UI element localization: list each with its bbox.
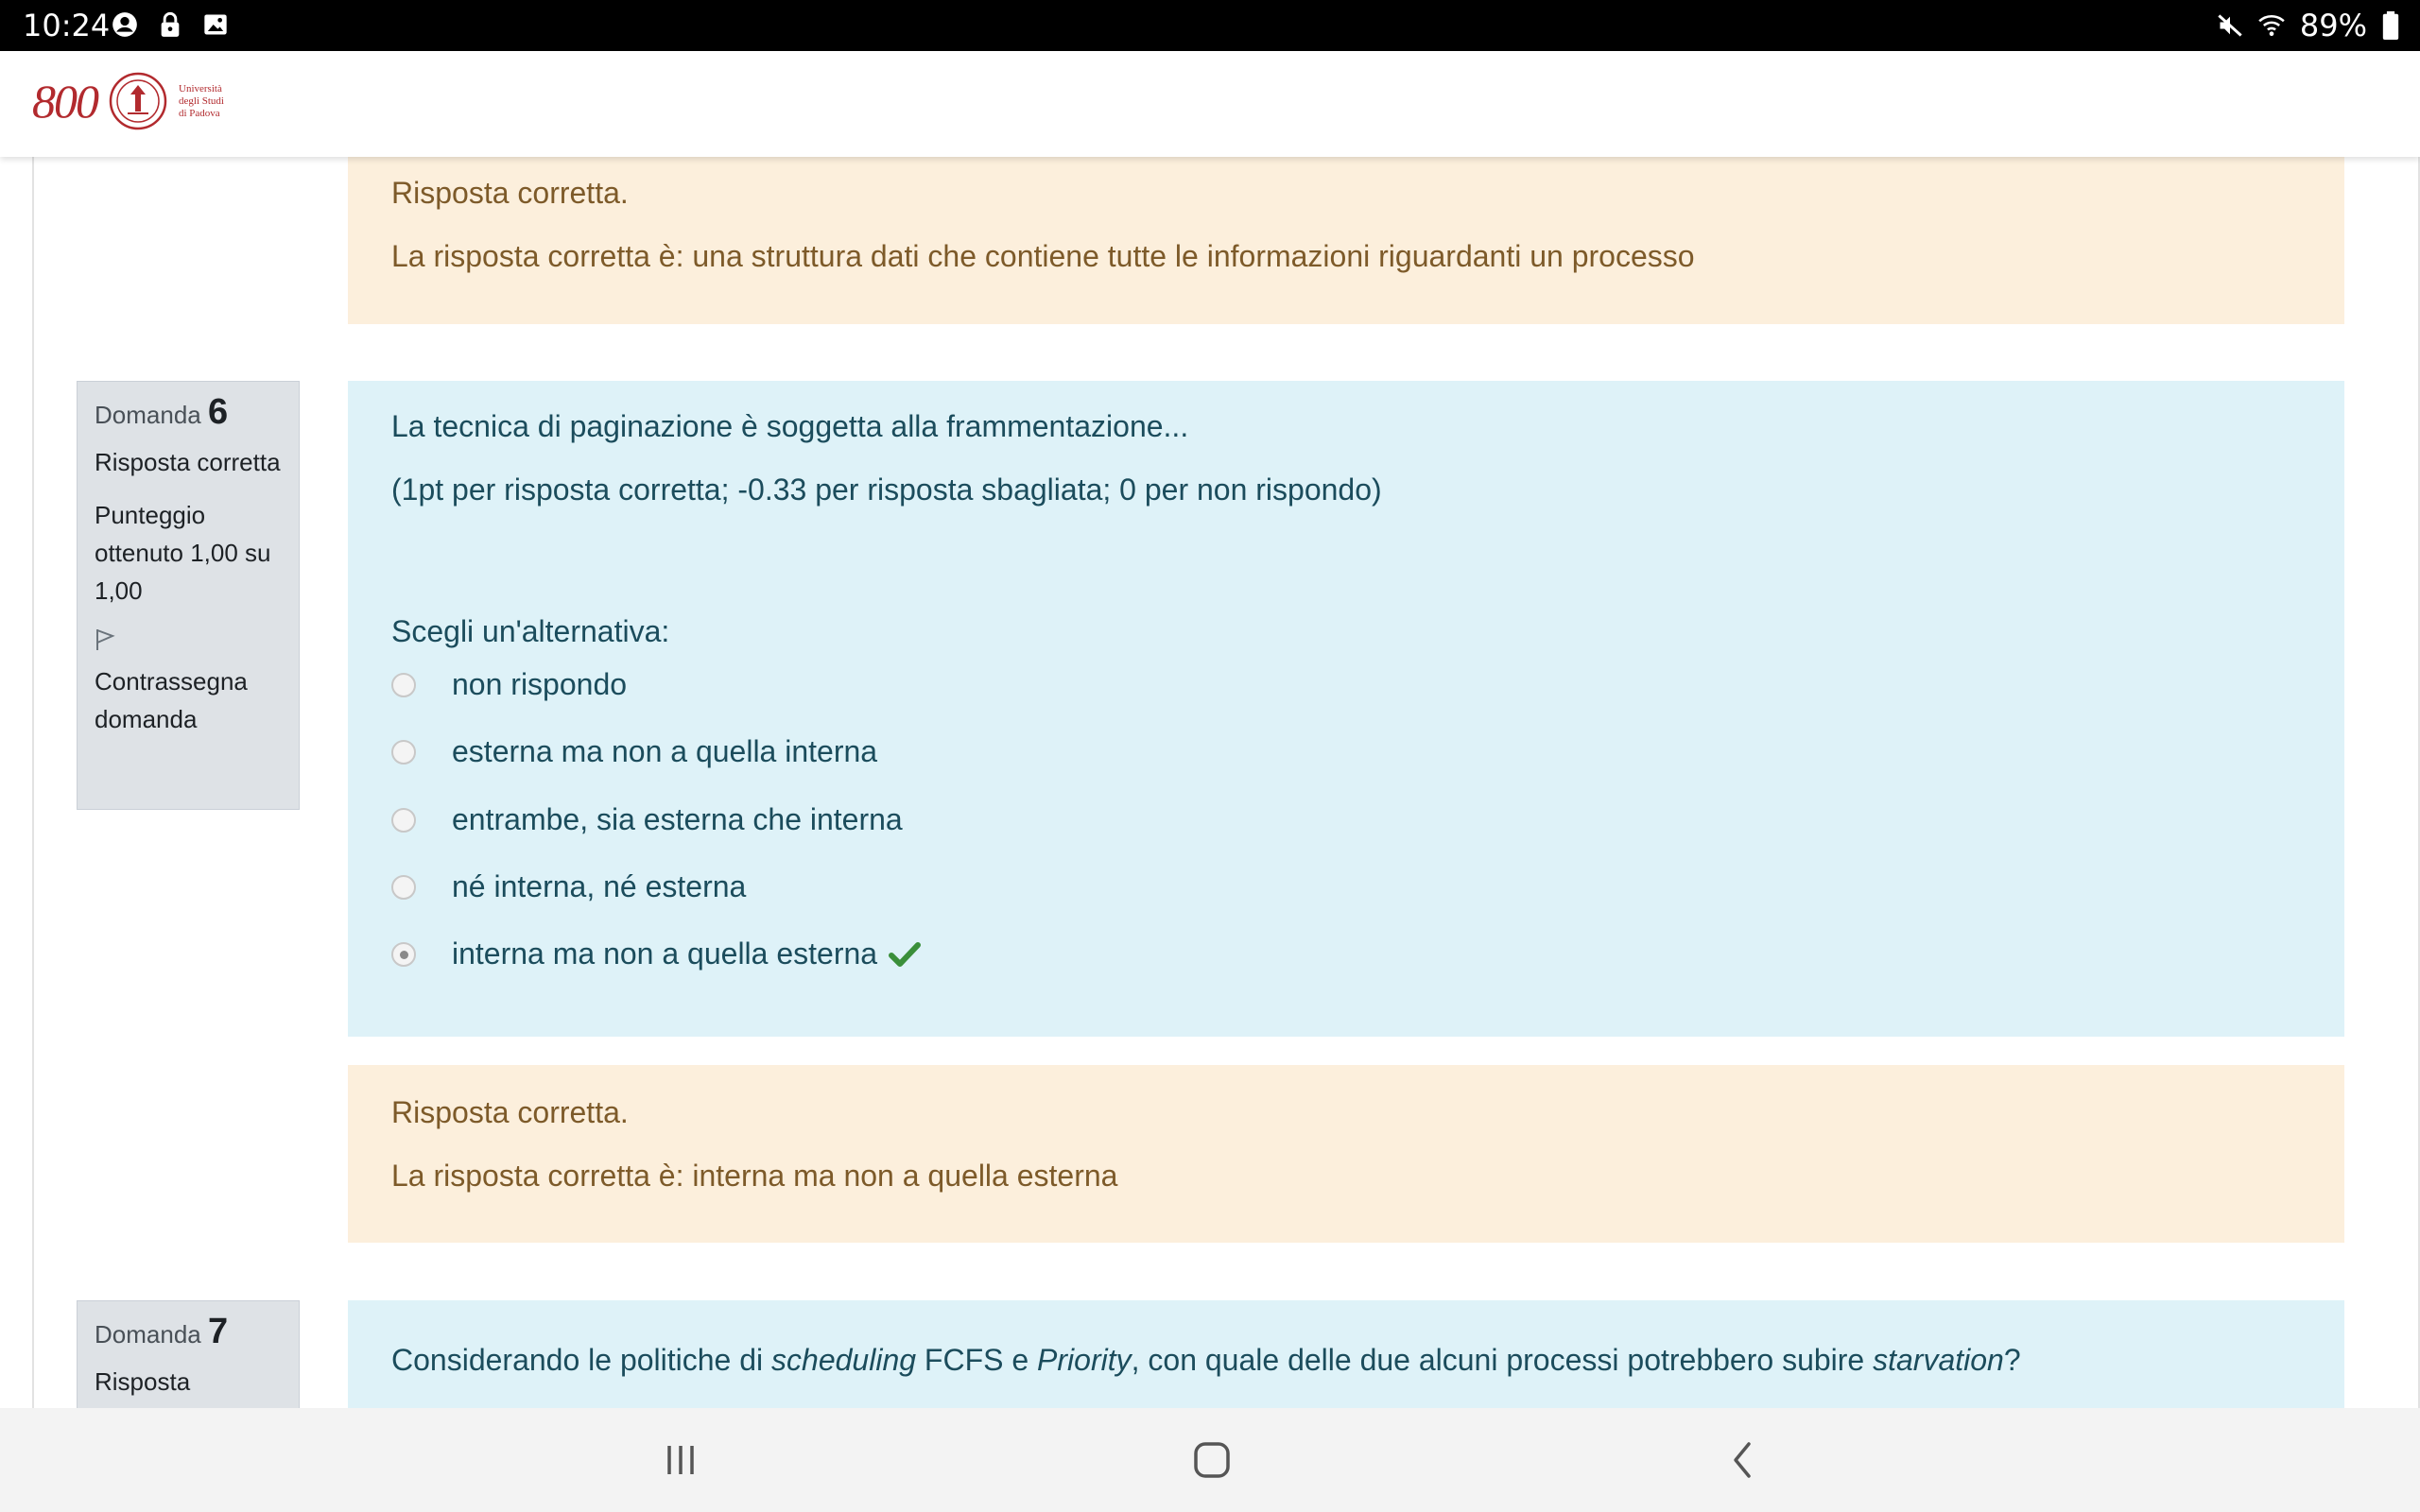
answer-option[interactable]: entrambe, sia esterna che interna [391, 802, 903, 837]
q7-formulation: Considerando le politiche di scheduling … [348, 1300, 2344, 1408]
account-icon [112, 12, 137, 37]
university-logo[interactable]: 800 Università degli Studi di Padova [32, 72, 224, 130]
answer-radio[interactable] [391, 874, 416, 900]
answer-option[interactable]: non rispondo [391, 667, 627, 702]
q6-info: Domanda 6 Risposta corretta Punteggio ot… [77, 381, 300, 810]
mute-icon [2218, 14, 2242, 37]
question-label: Domanda [95, 1320, 201, 1349]
question-scoring: (1pt per risposta corretta; -0.33 per ri… [391, 472, 1382, 507]
question-label: Domanda [95, 401, 201, 429]
q5-feedback: Risposta corretta. La risposta corretta … [348, 157, 2344, 324]
answer-label[interactable]: esterna ma non a quella interna [452, 734, 877, 769]
answer-label[interactable]: non rispondo [452, 667, 627, 702]
logo-text: Università degli Studi di Padova [179, 82, 224, 119]
answer-label[interactable]: né interna, né esterna [452, 869, 746, 904]
answer-option[interactable]: esterna ma non a quella interna [391, 734, 877, 769]
correct-check-icon [889, 941, 922, 967]
flag-label[interactable]: Contrassegna domanda [95, 662, 282, 738]
logo-800: 800 [32, 75, 99, 128]
answer-prompt: Scegli un'alternativa: [391, 614, 670, 648]
q6-feedback: Risposta corretta. La risposta corretta … [348, 1065, 2344, 1243]
answer-radio[interactable] [391, 807, 416, 833]
quiz-review-content[interactable]: Risposta corretta. La risposta corretta … [0, 157, 2420, 1408]
q5-outcome: Risposta corretta. [391, 176, 629, 210]
q6-outcome: Risposta corretta. [391, 1095, 629, 1129]
answer-option[interactable]: né interna, né esterna [391, 869, 746, 904]
answer-radio-checked[interactable] [391, 941, 416, 967]
answer-radio[interactable] [391, 672, 416, 697]
university-seal-icon [109, 72, 167, 130]
question-number: 6 [207, 392, 229, 432]
flag-question[interactable]: Contrassegna domanda [95, 625, 282, 738]
system-nav-bar [0, 1408, 2420, 1512]
battery-icon [2382, 11, 2399, 40]
status-bar: 10:24 89% [0, 0, 2420, 51]
flag-icon[interactable] [95, 627, 115, 652]
q6-right-answer: La risposta corretta è: interna ma non a… [391, 1159, 1118, 1193]
status-time: 10:24 [23, 8, 111, 43]
site-header: 800 Università degli Studi di Padova [0, 51, 2420, 157]
q7-info: Domanda 7 Risposta [77, 1300, 300, 1408]
image-icon [204, 14, 227, 35]
answer-label[interactable]: interna ma non a quella esterna [452, 936, 877, 971]
wifi-icon [2258, 14, 2285, 37]
question-state: Risposta [95, 1367, 191, 1396]
answer-label[interactable]: entrambe, sia esterna che interna [452, 802, 903, 837]
back-icon[interactable] [1715, 1436, 1772, 1484]
question-number: 7 [207, 1312, 229, 1351]
recent-apps-icon[interactable] [652, 1436, 709, 1484]
lock-icon [161, 11, 180, 37]
question-grade: Punteggio ottenuto 1,00 su 1,00 [95, 501, 271, 605]
question-text: La tecnica di paginazione è soggetta all… [391, 409, 1189, 443]
home-icon[interactable] [1184, 1436, 1240, 1484]
question-text: Considerando le politiche di scheduling … [391, 1343, 2021, 1377]
q5-right-answer: La risposta corretta è: una struttura da… [391, 239, 1695, 273]
battery-level: 89% [2299, 8, 2367, 43]
answer-radio[interactable] [391, 739, 416, 765]
question-state: Risposta corretta [95, 448, 281, 476]
answer-option-selected[interactable]: interna ma non a quella esterna [391, 936, 922, 971]
q6-formulation: La tecnica di paginazione è soggetta all… [348, 381, 2344, 1037]
